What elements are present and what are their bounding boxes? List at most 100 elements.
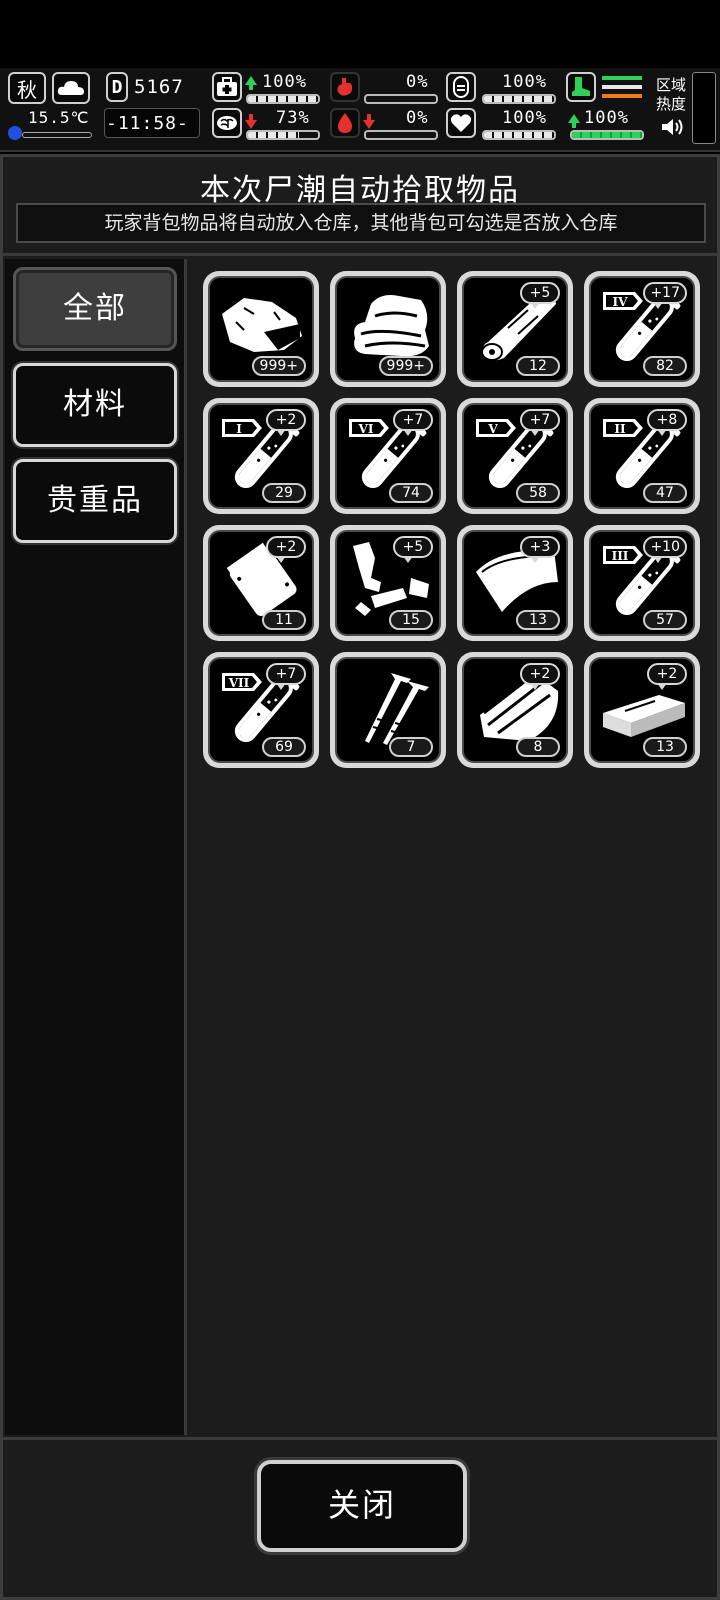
close-button[interactable]: 关闭 (257, 1460, 467, 1552)
loot-item[interactable]: +5 15 (330, 525, 446, 641)
bonus-badge: +7 (520, 409, 560, 436)
clock-readout: -11:58- (106, 113, 189, 134)
temperature-bar (22, 132, 92, 138)
bonus-badge: +5 (520, 282, 560, 309)
thermometer-icon (8, 126, 22, 140)
speaker-icon[interactable] (660, 116, 686, 138)
item-count: 74 (389, 483, 433, 503)
category-tab-materials[interactable]: 材料 (13, 363, 177, 447)
svg-text:III: III (612, 549, 629, 563)
bonus-badge: +17 (643, 282, 687, 309)
loot-item[interactable]: V +7 58 (457, 398, 573, 514)
svg-text:VII: VII (228, 676, 250, 690)
category-tab-valuables[interactable]: 贵重品 (13, 459, 177, 543)
header-divider (3, 253, 717, 256)
item-count: 999+ (378, 356, 433, 376)
item-count: 29 (262, 483, 306, 503)
item-count: 69 (262, 737, 306, 757)
region-heat-label: 区域 热度 (656, 76, 687, 113)
loot-item[interactable]: +2 8 (457, 652, 573, 768)
item-count: 7 (389, 737, 433, 757)
svg-text:IV: IV (613, 295, 629, 309)
svg-text:II: II (614, 422, 626, 436)
item-count: 57 (643, 610, 687, 630)
weather-cloud-icon (52, 72, 90, 104)
category-sidebar: 全部 材料 贵重品 (5, 259, 187, 1435)
region-heat-meter (692, 72, 716, 144)
item-count: 47 (643, 483, 687, 503)
medkit-icon (212, 72, 242, 102)
brain-bar (246, 130, 320, 140)
loot-item[interactable]: 999+ (330, 271, 446, 387)
move-up-arrow-icon (568, 114, 580, 128)
brain-value: 73% (276, 108, 310, 128)
item-count: 8 (516, 737, 560, 757)
bonus-badge: +3 (520, 536, 560, 563)
stomach-value: 0% (406, 72, 429, 92)
move-stripes (602, 76, 642, 100)
bonus-badge: +7 (266, 663, 306, 690)
category-tab-all[interactable]: 全部 (13, 267, 177, 351)
health-up-arrow-icon (245, 76, 257, 90)
blood-bar (364, 130, 438, 140)
stamina-value: 100% (502, 72, 547, 92)
loot-item[interactable]: VI +7 74 (330, 398, 446, 514)
health-value: 100% (262, 72, 307, 92)
stomach-icon (330, 72, 360, 102)
blood-value: 0% (406, 108, 429, 128)
boot-icon (566, 72, 596, 102)
status-hud: 秋 15.5℃ D 5167 -11:58- 100% 73% 0% 0% 10… (0, 68, 720, 152)
item-count: 11 (262, 610, 306, 630)
svg-text:VI: VI (358, 422, 374, 436)
item-count: 13 (516, 610, 560, 630)
item-count: 13 (643, 737, 687, 757)
season-badge: 秋 (8, 72, 46, 104)
bonus-badge: +8 (647, 409, 687, 436)
bonus-badge: +5 (393, 536, 433, 563)
loot-item[interactable]: 7 (330, 652, 446, 768)
item-count: 58 (516, 483, 560, 503)
item-count: 82 (643, 356, 687, 376)
heart-icon (446, 108, 476, 138)
move-bar (570, 130, 644, 140)
bonus-badge: +2 (520, 663, 560, 690)
item-count: 999+ (251, 356, 306, 376)
temperature-readout: 15.5℃ (28, 108, 90, 127)
bonus-badge: +2 (647, 663, 687, 690)
loot-panel: 本次尸潮自动拾取物品 玩家背包物品将自动放入仓库，其他背包可勾选是否放入仓库 全… (0, 154, 720, 1600)
bonus-badge: +10 (643, 536, 687, 563)
mood-bar (482, 130, 556, 140)
move-value: 100% (584, 108, 629, 128)
day-counter: 5167 (134, 76, 184, 98)
item-count: 12 (516, 356, 560, 376)
bonus-badge: +2 (266, 409, 306, 436)
panel-subtitle: 玩家背包物品将自动放入仓库，其他背包可勾选是否放入仓库 (16, 203, 706, 243)
mood-value: 100% (502, 108, 547, 128)
item-count: 15 (389, 610, 433, 630)
loot-item[interactable]: II +8 47 (584, 398, 700, 514)
stomach-bar (364, 94, 438, 104)
day-icon: D (106, 72, 128, 102)
blood-drop-icon (330, 108, 360, 138)
brain-down-arrow-icon (245, 114, 257, 129)
loot-item[interactable]: VII +7 69 (203, 652, 319, 768)
bonus-badge: +7 (393, 409, 433, 436)
loot-item[interactable]: +3 13 (457, 525, 573, 641)
loot-item[interactable]: IV +17 82 (584, 271, 700, 387)
loot-item[interactable]: +2 11 (203, 525, 319, 641)
stamina-bar (482, 94, 556, 104)
loot-item[interactable]: 999+ (203, 271, 319, 387)
svg-text:I: I (236, 422, 242, 436)
loot-item[interactable]: +2 13 (584, 652, 700, 768)
stamina-icon (446, 72, 476, 102)
blood-down-arrow-icon (363, 114, 375, 129)
season-label: 秋 (17, 77, 37, 102)
panel-footer: 关闭 (3, 1437, 717, 1597)
health-bar (246, 94, 320, 104)
loot-item[interactable]: III +10 57 (584, 525, 700, 641)
loot-item[interactable]: +5 12 (457, 271, 573, 387)
bonus-badge: +2 (266, 536, 306, 563)
svg-text:V: V (487, 422, 498, 436)
brain-icon (212, 108, 242, 138)
loot-item[interactable]: I +2 29 (203, 398, 319, 514)
